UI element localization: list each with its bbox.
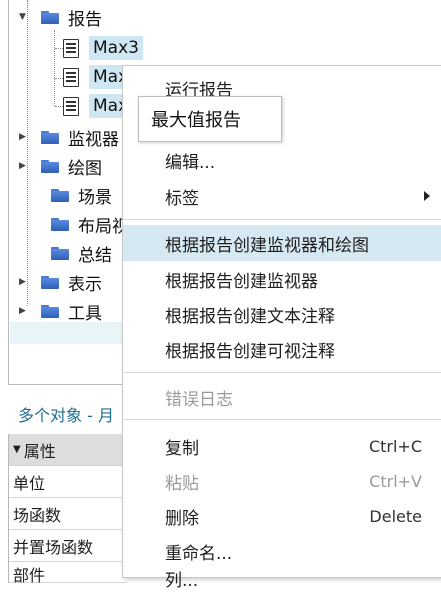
expand-arrow-icon[interactable]: ▶: [19, 306, 26, 316]
folder-icon: [41, 275, 59, 289]
folder-icon: [51, 217, 69, 231]
menu-item-label: 复制: [165, 438, 199, 459]
tree-item-scenes[interactable]: 场景: [19, 182, 112, 208]
menu-item-edit[interactable]: 编辑...: [123, 142, 441, 178]
menu-item-label: 错误日志: [165, 389, 233, 410]
menu-item-error-log[interactable]: 错误日志: [123, 379, 441, 415]
tree-item-label: 报告: [68, 9, 102, 30]
menu-item-label: 列...: [165, 571, 199, 591]
menu-item-create-monitor-and-plot[interactable]: 根据报告创建监视器和绘图: [123, 225, 441, 261]
tree-item-label: 监视器: [68, 129, 119, 150]
collapse-arrow-icon[interactable]: ▼: [19, 12, 26, 22]
properties-table: ▼ 属性 单位 场函数 并置场函数 部件: [8, 434, 127, 585]
property-row-colocated-field-function[interactable]: 并置场函数: [9, 530, 127, 562]
menu-item-label: 根据报告创建文本注释: [165, 306, 335, 327]
property-label: 单位: [13, 473, 46, 493]
folder-icon: [41, 304, 59, 318]
expand-arrow-icon[interactable]: ▶: [19, 132, 26, 142]
menu-item-label: 删除: [165, 508, 199, 529]
menu-item-delete[interactable]: 删除 Delete: [123, 498, 441, 534]
menu-item-label: 根据报告创建监视器和绘图: [165, 235, 369, 256]
menu-item-label: 重命名...: [165, 543, 233, 564]
submenu-arrow-icon: [424, 191, 430, 201]
report-icon: [63, 38, 79, 58]
menu-item-shortcut: Delete: [369, 506, 422, 526]
menu-separator: [123, 419, 441, 420]
tooltip: 最大值报告: [138, 96, 282, 142]
menu-item-tags[interactable]: 标签: [123, 178, 441, 214]
property-row-units[interactable]: 单位: [9, 466, 127, 498]
tree-item-label: 绘图: [68, 158, 102, 179]
property-label: 并置场函数: [13, 537, 94, 557]
menu-separator: [123, 372, 441, 373]
tree-item-layouts[interactable]: 布局视: [19, 211, 129, 237]
tree-connector: [54, 30, 55, 106]
menu-item-label: 根据报告创建可视注释: [165, 341, 335, 362]
properties-title: 多个对象 - 月: [18, 406, 114, 425]
tree-item-label: 工具: [68, 303, 102, 324]
menu-item-label: 标签: [165, 188, 199, 209]
tree-item-reports[interactable]: ▼ 报告: [19, 4, 102, 30]
collapse-arrow-icon[interactable]: ▼: [13, 444, 21, 455]
tree-item-label: Max3: [89, 36, 143, 60]
menu-item-label: 编辑...: [165, 152, 216, 173]
property-label: 场函数: [13, 505, 62, 525]
menu-item-copy[interactable]: 复制 Ctrl+C: [123, 428, 441, 464]
menu-item-create-monitor[interactable]: 根据报告创建监视器: [123, 261, 441, 297]
tooltip-text: 最大值报告: [151, 110, 241, 131]
menu-separator: [123, 219, 441, 220]
tree-item-label: 表示: [68, 274, 102, 295]
menu-item-paste[interactable]: 粘贴 Ctrl+V: [123, 463, 441, 499]
menu-item-create-text-annotation[interactable]: 根据报告创建文本注释: [123, 296, 441, 332]
tree-item-summaries[interactable]: 总结: [19, 240, 112, 266]
tree-empty-row: [10, 322, 125, 344]
tree-item-representations[interactable]: ▶ 表示: [19, 269, 102, 295]
property-row-field-function[interactable]: 场函数: [9, 498, 127, 530]
property-label: 属性: [23, 441, 56, 461]
menu-item-create-visual-annotation[interactable]: 根据报告创建可视注释: [123, 331, 441, 367]
menu-item-shortcut: Ctrl+V: [369, 471, 422, 491]
folder-icon: [41, 10, 59, 24]
report-icon: [63, 96, 79, 116]
tree-item-plots[interactable]: ▶ 绘图: [19, 153, 102, 179]
folder-icon: [41, 130, 59, 144]
menu-item-columns[interactable]: 列...: [123, 564, 441, 600]
report-icon: [63, 67, 79, 87]
menu-item-label: 粘贴: [165, 473, 199, 494]
folder-icon: [51, 246, 69, 260]
properties-header[interactable]: ▼ 属性: [9, 434, 127, 466]
expand-arrow-icon[interactable]: ▶: [19, 161, 26, 171]
tree-item-label: 场景: [78, 187, 112, 208]
tree-item-label: 总结: [78, 245, 112, 266]
folder-icon: [51, 188, 69, 202]
expand-arrow-icon[interactable]: ▶: [19, 277, 26, 287]
property-label: 部件: [13, 566, 46, 585]
property-row-parts[interactable]: 部件: [9, 562, 127, 585]
tree-item-report-max3[interactable]: Max3: [63, 35, 143, 61]
folder-icon: [41, 159, 59, 173]
tree-item-monitors[interactable]: ▶ 监视器: [19, 124, 119, 150]
menu-item-shortcut: Ctrl+C: [368, 436, 422, 456]
menu-item-label: 根据报告创建监视器: [165, 271, 318, 292]
tree-item-tools[interactable]: ▶ 工具: [19, 298, 102, 324]
